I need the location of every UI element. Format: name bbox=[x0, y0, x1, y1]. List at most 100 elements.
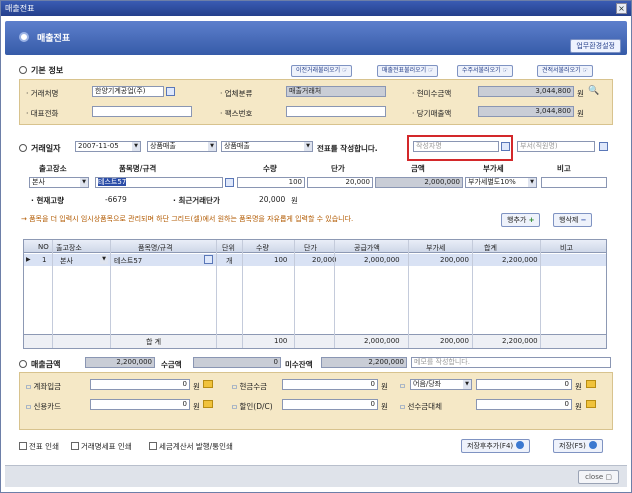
save-and-add-button[interactable]: 저장후추가(F4) bbox=[461, 439, 531, 453]
close-icon[interactable]: × bbox=[616, 3, 627, 14]
option-print-slip[interactable]: 전표 인쇄 bbox=[19, 441, 59, 452]
entry-amount-field: 2,000,000 bbox=[375, 177, 463, 188]
row-qty[interactable]: 100 bbox=[274, 256, 287, 264]
dept-lookup-icon[interactable] bbox=[599, 142, 608, 151]
footer-vat: 200,000 bbox=[440, 337, 469, 345]
cash-field[interactable]: 0 bbox=[282, 379, 378, 390]
note-field[interactable]: 0 bbox=[476, 379, 572, 390]
dc-field[interactable]: 0 bbox=[282, 399, 378, 410]
grid-header-price: 단가 bbox=[304, 244, 317, 252]
trade-date-label: 거래일자 bbox=[19, 143, 60, 154]
grid-col-divider bbox=[216, 240, 217, 348]
row-total: 2,200,000 bbox=[502, 256, 538, 264]
item-lookup-icon[interactable] bbox=[225, 178, 234, 187]
footer-total: 2,200,000 bbox=[502, 337, 538, 345]
section-bullet-icon bbox=[19, 66, 27, 74]
grid-header-warehouse: 출고장소 bbox=[56, 244, 82, 252]
entry-vat-select[interactable]: 부가세별도10% ▼ bbox=[465, 177, 537, 188]
load-prev-trade-button[interactable]: 이전거래불러오기 ☞ bbox=[291, 65, 353, 77]
close-button[interactable]: close ▢ bbox=[578, 470, 619, 484]
period-sales-field: 3,044,800 bbox=[478, 106, 574, 117]
save-button[interactable]: 저장(F5) bbox=[553, 439, 603, 453]
load-estimate-button[interactable]: 견적서불러오기 ☞ bbox=[537, 65, 593, 77]
memo-field[interactable]: 메모를 작성합니다. bbox=[411, 357, 611, 368]
option-tax-invoice[interactable]: 세금계산서 발행/통인쇄 bbox=[149, 441, 233, 452]
client-label: · 거래처명 bbox=[26, 89, 59, 98]
grid-col-divider bbox=[540, 240, 541, 348]
section-bullet-icon bbox=[19, 144, 27, 152]
dept-field[interactable]: 부서(직원명) bbox=[517, 141, 595, 152]
recent-price-label: · 최근거래단가 bbox=[173, 196, 220, 205]
bank-field[interactable]: 0 bbox=[90, 379, 190, 390]
row-item[interactable]: 테스트57 bbox=[114, 256, 142, 266]
entry-col-amount: 금액 bbox=[411, 164, 425, 173]
load-sales-slip-button[interactable]: 매출전표불러오기 ☞ bbox=[377, 65, 439, 77]
item-warning: → 품목을 더 입력시 임시상품목으로 관리되며 하단 그리드(셀)에서 원하는… bbox=[21, 215, 354, 223]
folder-icon[interactable] bbox=[203, 380, 213, 389]
row-vat: 200,000 bbox=[440, 256, 469, 264]
grid-header-unit: 단위 bbox=[222, 244, 235, 252]
card-label: ▫ 신용카드 bbox=[26, 402, 62, 411]
balance-label: 미수잔액 bbox=[285, 360, 313, 369]
env-settings-button[interactable]: 업무환경설정 bbox=[570, 39, 621, 53]
entry-item-field[interactable]: 테스트57 bbox=[95, 177, 223, 188]
checkbox[interactable] bbox=[71, 442, 79, 450]
period-sales-label: · 당기매출액 bbox=[412, 109, 452, 118]
fax-field[interactable] bbox=[286, 106, 386, 117]
entry-col-qty: 수량 bbox=[263, 164, 277, 173]
row-price[interactable]: 20,000 bbox=[312, 256, 337, 264]
page-title: 매출전표 bbox=[37, 34, 71, 44]
note-bullet-icon: ▫ bbox=[400, 381, 406, 390]
writer-lookup-icon[interactable] bbox=[501, 142, 510, 151]
won-unit: 원 bbox=[381, 382, 388, 391]
grid-col-divider bbox=[334, 240, 335, 348]
checkbox[interactable] bbox=[19, 442, 27, 450]
chevron-down-icon[interactable]: ▼ bbox=[100, 255, 108, 264]
client-lookup-icon[interactable] bbox=[166, 87, 175, 96]
delete-row-button[interactable]: 행삭제 − bbox=[553, 213, 593, 227]
sales-type-select[interactable]: 상품매출 ▼ bbox=[147, 141, 217, 152]
fax-label: · 팩스번호 bbox=[220, 109, 253, 118]
won-unit: 원 bbox=[291, 196, 298, 205]
won-unit: 원 bbox=[381, 402, 388, 411]
entry-col-price: 단가 bbox=[331, 164, 345, 173]
arrow-icon bbox=[588, 441, 597, 449]
chevron-down-icon: ▼ bbox=[528, 178, 536, 187]
sale-amount-label: 매출금액 bbox=[19, 359, 60, 370]
advance-field[interactable]: 0 bbox=[476, 399, 572, 410]
won-unit: 원 bbox=[193, 382, 200, 391]
grid-header-no: NO bbox=[38, 243, 49, 251]
row-warehouse[interactable]: 본사 bbox=[60, 256, 73, 266]
writer-field[interactable]: 작성자명 bbox=[413, 141, 499, 152]
add-row-button[interactable]: 행추가 + bbox=[501, 213, 541, 227]
won-unit: 원 bbox=[575, 382, 582, 391]
won-unit: 원 bbox=[193, 402, 200, 411]
card-field[interactable]: 0 bbox=[90, 399, 190, 410]
chevron-down-icon: ▼ bbox=[304, 142, 312, 151]
entry-qty-field[interactable]: 100 bbox=[237, 177, 305, 188]
trade-date-select[interactable]: 2007-11-05 ▼ bbox=[75, 141, 141, 152]
entry-price-field[interactable]: 20,000 bbox=[307, 177, 373, 188]
folder-icon[interactable] bbox=[203, 400, 213, 409]
row-item-lookup-icon[interactable] bbox=[204, 255, 213, 264]
won-unit: 원 bbox=[575, 402, 582, 411]
client-field[interactable]: 한양기계공업(주) bbox=[92, 86, 164, 97]
section-bullet-icon bbox=[19, 360, 27, 368]
entry-note-field[interactable] bbox=[541, 177, 607, 188]
basic-info-panel: · 거래처명 한양기계공업(주) · 업체분류 매출거래처 · 현미수금액 3,… bbox=[19, 79, 613, 125]
rep-phone-label: · 대표전화 bbox=[26, 109, 59, 118]
option-print-statement[interactable]: 거래명세표 인쇄 bbox=[71, 441, 132, 452]
load-order-button[interactable]: 수주서불러오기 ☞ bbox=[457, 65, 513, 77]
note-type-select[interactable]: 어음/당좌 ▼ bbox=[410, 379, 472, 390]
search-icon[interactable]: 🔍 bbox=[588, 86, 599, 96]
items-grid: NO 출고장소 품목명/규격 단위 수량 단가 공급가액 부가세 합계 비고 ▶… bbox=[23, 239, 607, 349]
folder-icon[interactable] bbox=[586, 400, 596, 409]
folder-icon[interactable] bbox=[586, 380, 596, 389]
checkbox[interactable] bbox=[149, 442, 157, 450]
won-unit: 원 bbox=[577, 89, 584, 98]
recent-price-value: 20,000 bbox=[259, 195, 286, 204]
entry-col-vat: 부가세 bbox=[483, 164, 504, 173]
rep-phone-field[interactable] bbox=[92, 106, 192, 117]
sales-account-select[interactable]: 상품매출 ▼ bbox=[221, 141, 313, 152]
entry-warehouse-select[interactable]: 본사 ▼ bbox=[29, 177, 89, 188]
